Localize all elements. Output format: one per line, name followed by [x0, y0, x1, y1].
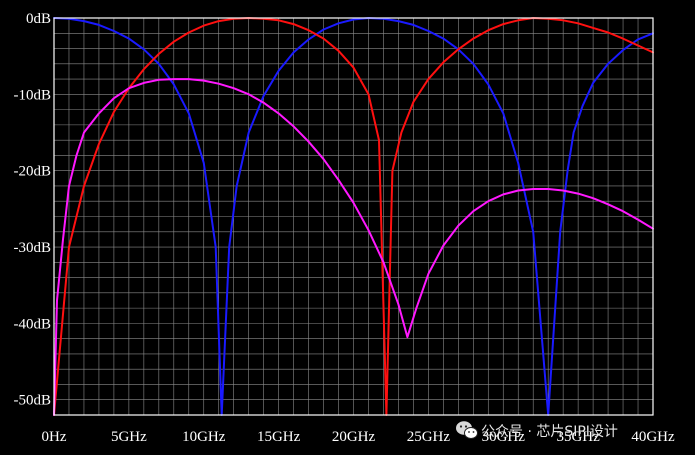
watermark: 公众号 · 芯片SIPI设计: [456, 421, 618, 440]
x-tick-label: 5GHz: [111, 429, 147, 445]
chart-background: [0, 0, 695, 455]
chart: 0dB -10dB -20dB -30dB -40dB -50dB 0Hz 5GHz 10GH…: [0, 0, 695, 455]
x-tick-label: 25GHz: [407, 429, 451, 445]
y-tick-label: -10dB: [14, 87, 52, 103]
watermark-text: 公众号 · 芯片SIPI设计: [481, 424, 618, 440]
y-tick-label: -50dB: [14, 393, 52, 409]
x-tick-label: 10GHz: [182, 429, 226, 445]
grid: [54, 18, 653, 415]
x-tick-label: 0Hz: [42, 429, 67, 445]
x-tick-label: 20GHz: [332, 429, 376, 445]
x-tick-label: 15GHz: [257, 429, 301, 445]
y-tick-label: 0dB: [26, 11, 51, 27]
x-tick-label: 40GHz: [631, 429, 675, 445]
y-tick-label: -20dB: [14, 164, 52, 180]
y-tick-label: -30dB: [14, 240, 52, 256]
y-tick-label: -40dB: [14, 316, 52, 332]
